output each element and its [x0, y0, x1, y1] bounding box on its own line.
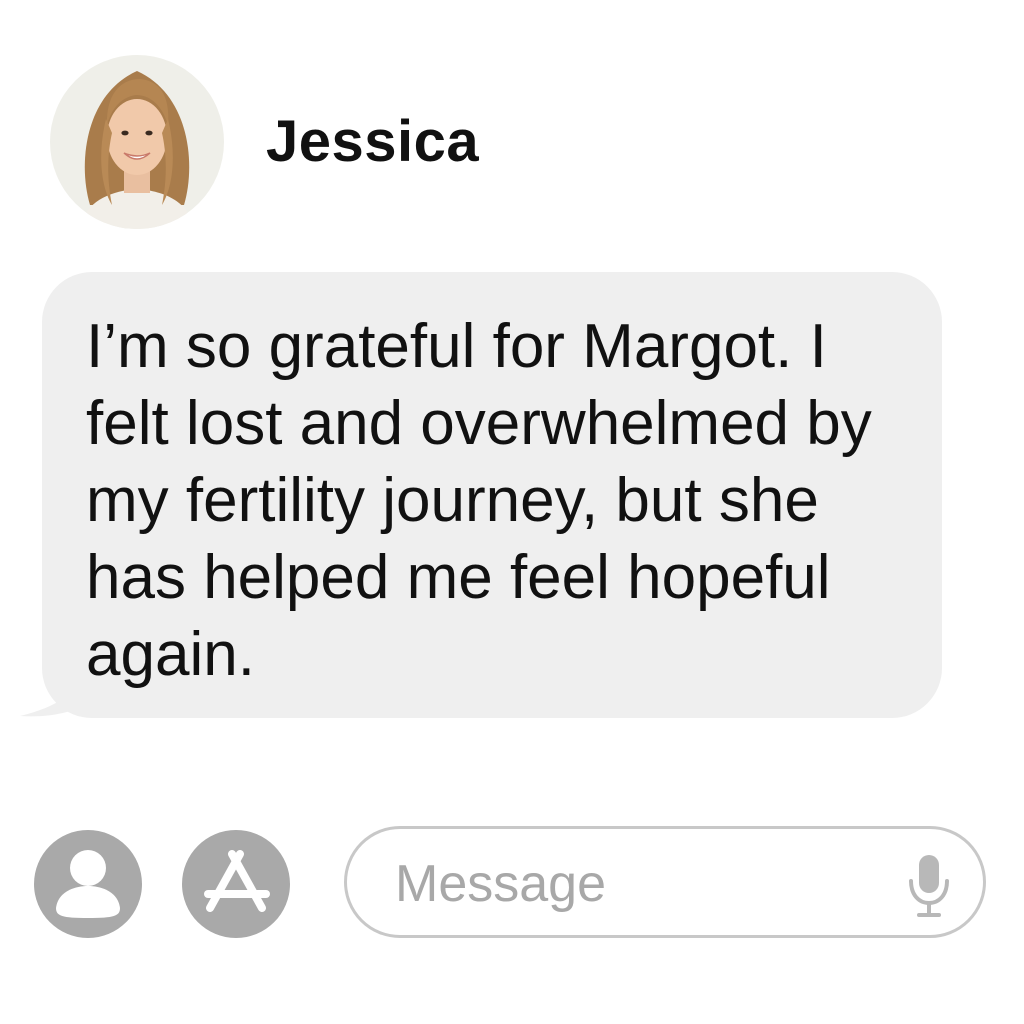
contact-avatar[interactable]	[50, 55, 224, 229]
microphone-icon	[909, 855, 949, 917]
contact-photo-icon	[80, 71, 194, 229]
contact-name[interactable]: Jessica	[266, 108, 479, 175]
message-input[interactable]	[393, 843, 877, 925]
message-text: I’m so grateful for Margot. I felt lost …	[86, 312, 872, 689]
incoming-message[interactable]: I’m so grateful for Margot. I felt lost …	[20, 272, 944, 720]
dictation-button[interactable]	[903, 851, 955, 921]
app-store-icon	[204, 850, 270, 912]
contacts-button[interactable]	[34, 830, 142, 938]
message-field[interactable]	[344, 826, 986, 938]
person-icon	[56, 850, 120, 918]
app-store-button[interactable]	[182, 830, 290, 938]
conversation-header: Jessica	[50, 54, 479, 230]
compose-bar	[34, 826, 994, 946]
